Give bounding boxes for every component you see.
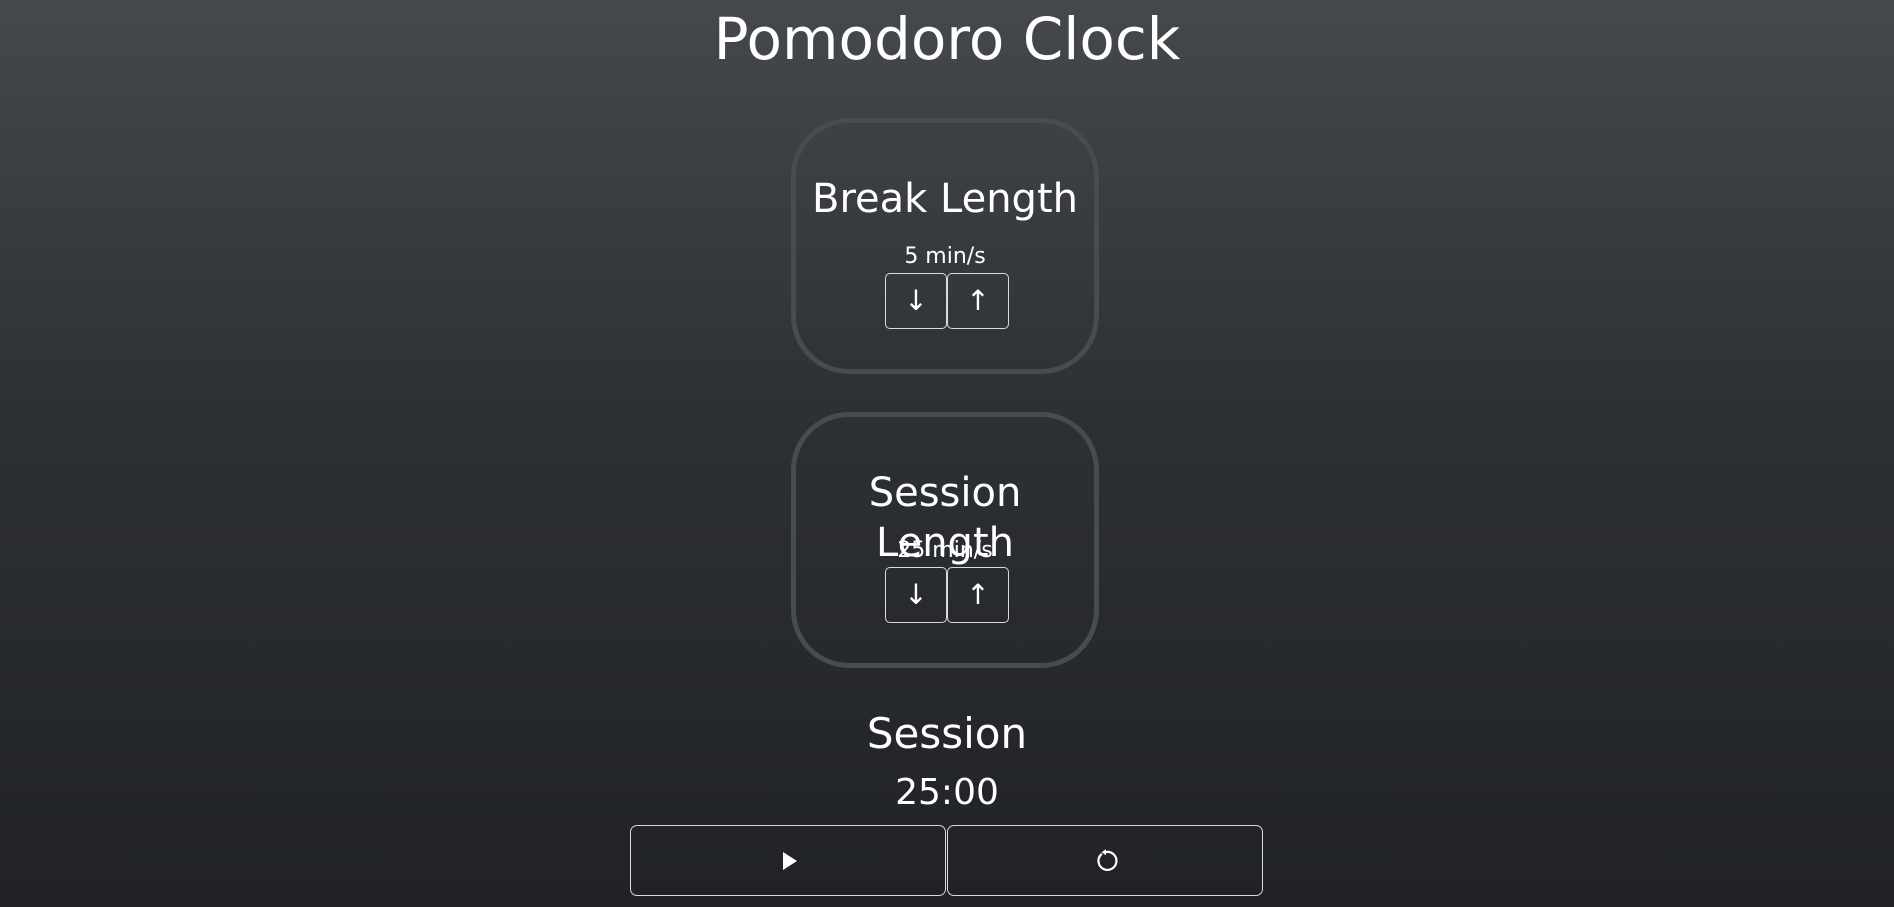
arrow-up-icon: ↑ [966, 284, 990, 317]
session-length-stepper: ↓ ↑ [885, 567, 1009, 623]
break-decrement-button[interactable]: ↓ [885, 273, 947, 329]
play-button[interactable] [630, 825, 946, 896]
play-icon [783, 852, 797, 870]
break-length-value: 5 min/s [904, 244, 986, 269]
session-decrement-button[interactable]: ↓ [885, 567, 947, 623]
timer-label: Session [866, 709, 1028, 758]
break-length-stepper: ↓ ↑ [885, 273, 1009, 329]
break-length-card: Break Length 5 min/s ↓ ↑ [791, 118, 1099, 374]
arrow-down-icon: ↓ [904, 578, 928, 611]
page-title: Pomodoro Clock [713, 5, 1181, 73]
session-length-card: Session Length 25 min/s ↓ ↑ [791, 412, 1099, 668]
reset-button[interactable] [947, 825, 1263, 896]
timer-display: 25:00 [895, 772, 999, 813]
arrow-down-icon: ↓ [904, 284, 928, 317]
session-increment-button[interactable]: ↑ [947, 567, 1009, 623]
arrow-up-icon: ↑ [966, 578, 990, 611]
break-length-title: Break Length [812, 176, 1078, 222]
session-length-value: 25 min/s [897, 538, 993, 563]
break-increment-button[interactable]: ↑ [947, 273, 1009, 329]
reset-icon [1097, 849, 1118, 871]
pomodoro-app: Pomodoro Clock Break Length 5 min/s ↓ ↑ … [0, 0, 1894, 907]
